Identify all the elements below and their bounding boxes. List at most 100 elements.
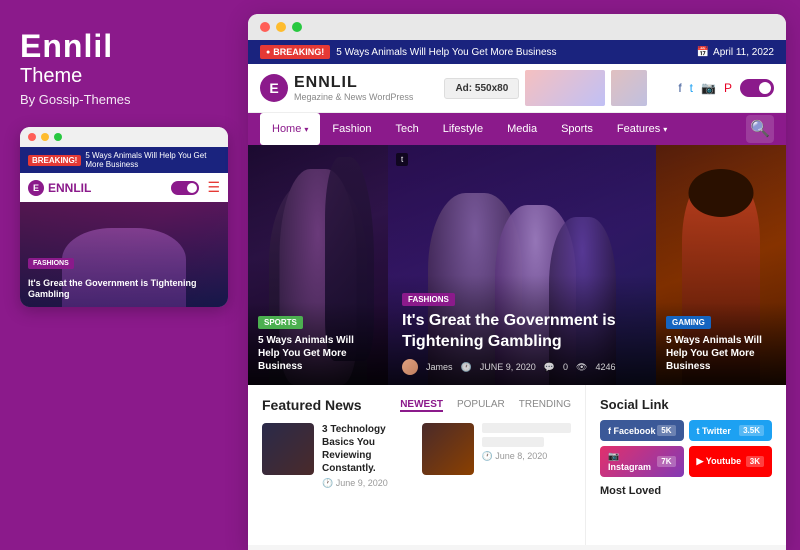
breaking-text: 5 Ways Animals Will Help You Get More Bu… (336, 47, 556, 58)
theme-author: By Gossip-Themes (20, 92, 228, 107)
mini-hamburger-icon[interactable]: ☰ (207, 179, 220, 196)
nav-home-chevron: ▾ (304, 125, 308, 134)
featured-section: Featured News NEWEST POPULAR TRENDING (248, 385, 586, 545)
twitter-label: t Twitter (697, 426, 731, 436)
twitter-link-btn[interactable]: t Twitter 3.5K (689, 420, 773, 441)
hero-overlay-2: FASHIONS It's Great the Government is Ti… (388, 275, 656, 385)
nav-item-fashion[interactable]: Fashion (320, 113, 383, 145)
author-name: James (426, 362, 453, 372)
mini-logo-text: ENNLIL (48, 181, 91, 195)
nav-item-lifestyle[interactable]: Lifestyle (431, 113, 495, 145)
hero-title-1: 5 Ways Animals Will Help You Get More Bu… (258, 334, 378, 373)
article-title-1: 3 Technology Basics You Reviewing Consta… (322, 423, 412, 475)
header-theme-toggle[interactable] (740, 79, 774, 97)
article-card-2: 🕐 June 8, 2020 (422, 423, 572, 489)
social-link-section: Social Link f Facebook 5K t Twitter 3.5K… (586, 385, 786, 545)
header-ad: Ad: 550x80 (444, 78, 519, 99)
facebook-count: 5K (657, 425, 675, 436)
youtube-count: 3K (746, 456, 764, 467)
facebook-label: f Facebook (608, 426, 656, 436)
twitter-social-icon[interactable]: t (690, 81, 693, 95)
nav-media-label: Media (507, 123, 537, 135)
main-navigation: Home ▾ Fashion Tech Lifestyle Media Spor… (248, 113, 786, 145)
minimize-dot[interactable] (276, 22, 286, 32)
hero-col-3: GAMING 5 Ways Animals Will Help You Get … (656, 145, 786, 385)
instagram-social-icon[interactable]: 📷 (701, 81, 716, 95)
nav-item-sports[interactable]: Sports (549, 113, 605, 145)
theme-subtitle: Theme (20, 65, 228, 88)
breaking-left: BREAKING! 5 Ways Animals Will Help You G… (260, 45, 557, 59)
tiktok-badge: t (396, 153, 408, 166)
tab-popular[interactable]: POPULAR (457, 399, 505, 412)
nav-features-label: Features (617, 123, 660, 135)
hero-grid: SPORTS 5 Ways Animals Will Help You Get … (248, 145, 786, 385)
mini-hero-text: It's Great the Government is Tightening … (28, 278, 220, 301)
mini-fashion-badge: FASHIONS (28, 258, 74, 269)
article-date-1: 🕐 June 9, 2020 (322, 478, 412, 489)
maximize-dot[interactable] (292, 22, 302, 32)
nav-features-chevron: ▾ (663, 125, 667, 134)
ad-image (525, 70, 605, 106)
fashions-badge: FASHIONS (402, 293, 455, 306)
article-info-1: 3 Technology Basics You Reviewing Consta… (322, 423, 412, 489)
mini-toggle[interactable] (171, 181, 199, 195)
lower-content: Featured News NEWEST POPULAR TRENDING (248, 385, 786, 545)
article-title-2b (482, 437, 545, 447)
mini-browser-preview: BREAKING! 5 Ways Animals Will Help You G… (20, 127, 228, 307)
mini-hero-image: FASHIONS It's Great the Government is Ti… (20, 202, 228, 307)
close-dot[interactable] (260, 22, 270, 32)
browser-chrome (248, 14, 786, 40)
nav-item-home[interactable]: Home ▾ (260, 113, 320, 145)
nav-item-media[interactable]: Media (495, 113, 549, 145)
article-date-2: 🕐 June 8, 2020 (482, 451, 572, 462)
mini-logo-icon: E (28, 180, 44, 196)
facebook-social-icon[interactable]: f (678, 81, 681, 95)
youtube-label: ▶ Youtube (697, 456, 742, 467)
logo-icon: E (260, 74, 288, 102)
nav-lifestyle-label: Lifestyle (443, 123, 483, 135)
nav-sports-label: Sports (561, 123, 593, 135)
article-card-1: 3 Technology Basics You Reviewing Consta… (262, 423, 412, 489)
mini-breaking-bar: BREAKING! 5 Ways Animals Will Help You G… (20, 147, 228, 173)
header-social: f t 📷 P (678, 79, 774, 97)
logo-text: ENNLIL (294, 74, 413, 92)
search-icon: 🔍 (750, 119, 770, 139)
hero-meta-2: James 🕐 JUNE 9, 2020 💬 0 👁 4246 (402, 359, 642, 375)
logo-sub: Megazine & News WordPress (294, 92, 413, 102)
nav-fashion-label: Fashion (332, 123, 371, 135)
article-thumb-2 (422, 423, 474, 475)
search-button[interactable]: 🔍 (746, 115, 774, 143)
nav-item-features[interactable]: Features ▾ (605, 113, 679, 145)
content-area: SPORTS 5 Ways Animals Will Help You Get … (248, 145, 786, 550)
hero-overlay-3: GAMING 5 Ways Animals Will Help You Get … (656, 302, 786, 385)
mini-minimize-dot (41, 133, 49, 141)
featured-title: Featured News (262, 397, 362, 413)
instagram-link-btn[interactable]: 📷 Instagram 7K (600, 446, 684, 477)
mini-breaking-text: 5 Ways Animals Will Help You Get More Bu… (85, 151, 220, 169)
article-title-2 (482, 423, 572, 433)
publish-date: JUNE 9, 2020 (480, 362, 536, 372)
nav-item-tech[interactable]: Tech (384, 113, 431, 145)
mini-browser-chrome (20, 127, 228, 147)
pinterest-social-icon[interactable]: P (724, 81, 732, 95)
mini-nav: E ENNLIL ☰ (20, 173, 228, 202)
hero-col-1: SPORTS 5 Ways Animals Will Help You Get … (248, 145, 388, 385)
mini-maximize-dot (54, 133, 62, 141)
tab-trending[interactable]: TRENDING (519, 399, 571, 412)
most-loved-title: Most Loved (600, 485, 772, 497)
hero-title-3: 5 Ways Animals Will Help You Get More Bu… (666, 334, 776, 373)
featured-tabs: NEWEST POPULAR TRENDING (400, 399, 571, 412)
ad-text: Ad: 550x80 (455, 83, 508, 94)
youtube-link-btn[interactable]: ▶ Youtube 3K (689, 446, 773, 477)
gaming-badge: GAMING (666, 316, 711, 329)
browser-window: BREAKING! 5 Ways Animals Will Help You G… (248, 14, 786, 550)
theme-title: Ennlil (20, 28, 228, 65)
featured-header: Featured News NEWEST POPULAR TRENDING (262, 397, 571, 413)
facebook-link-btn[interactable]: f Facebook 5K (600, 420, 684, 441)
ad-placeholder (525, 70, 605, 106)
tab-newest[interactable]: NEWEST (400, 399, 443, 412)
hero-col-2: t FASHIONS It's Great the Government is … (388, 145, 656, 385)
date-text: April 11, 2022 (713, 47, 774, 58)
date-display: 📅 April 11, 2022 (697, 47, 774, 58)
nav-items: Home ▾ Fashion Tech Lifestyle Media Spor… (260, 113, 679, 145)
